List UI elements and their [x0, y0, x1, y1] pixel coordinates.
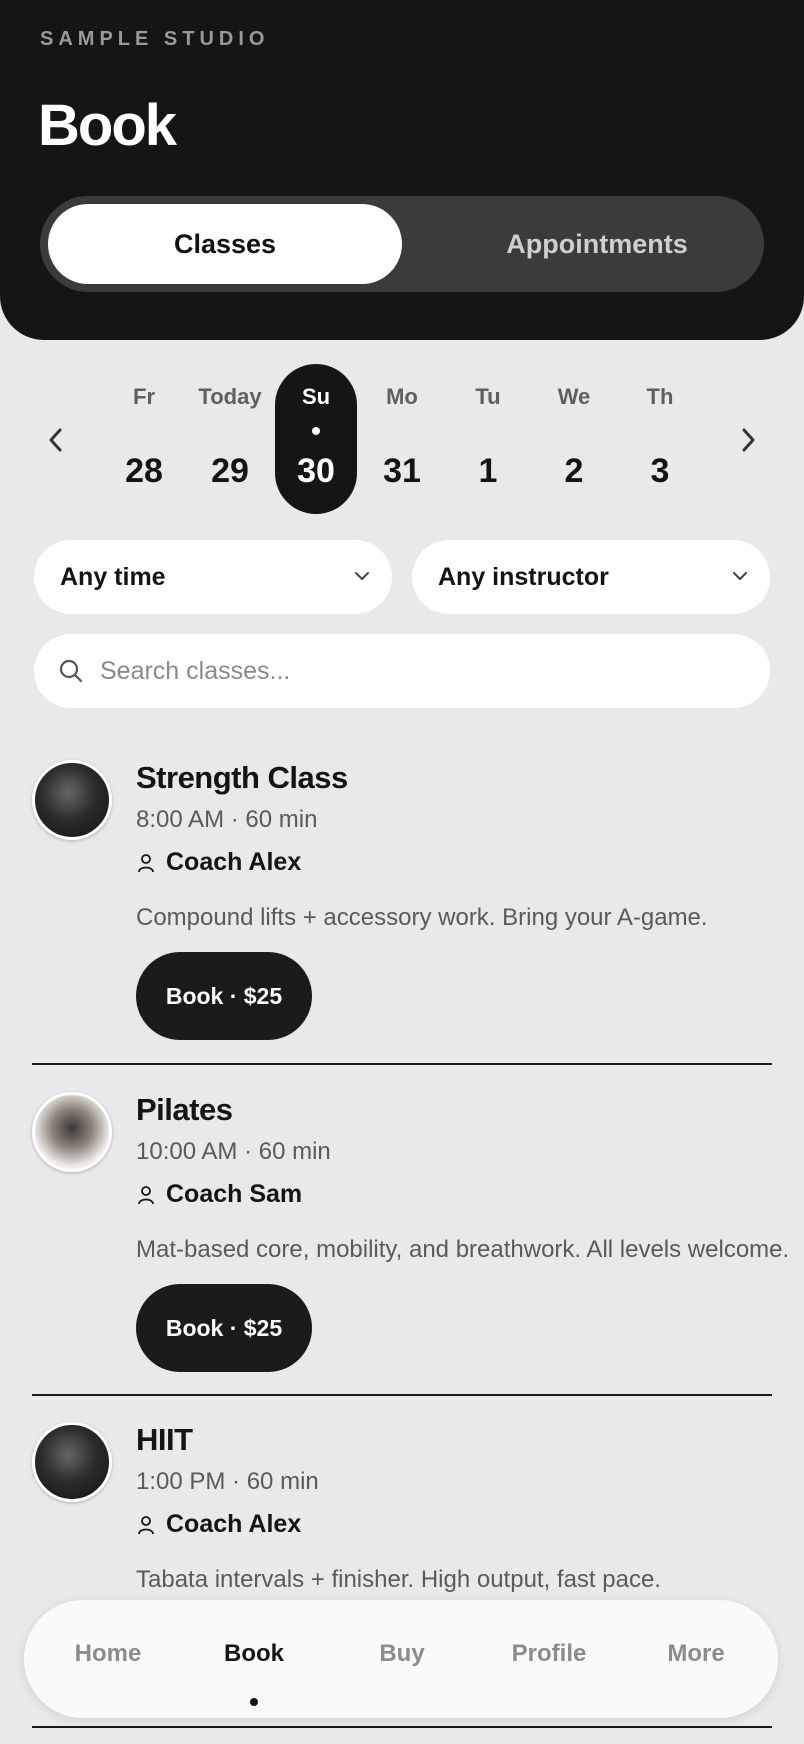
chevron-right-icon	[742, 428, 755, 452]
time-filter-dropdown[interactable]: Any time	[34, 540, 392, 614]
day-name: Su	[301, 384, 331, 409]
day-number: 29	[211, 452, 249, 490]
date-su-30-selected[interactable]: Su 30	[275, 364, 357, 514]
book-button[interactable]: Book · $25	[136, 1284, 312, 1372]
date-we-2[interactable]: We 2	[533, 364, 615, 514]
day-number: 28	[125, 452, 163, 490]
date-fr-28[interactable]: Fr 28	[103, 364, 185, 514]
divider	[32, 1394, 772, 1396]
class-name: HIIT	[136, 1422, 193, 1457]
day-name: Fr	[133, 384, 155, 409]
chevron-left-icon	[49, 428, 62, 452]
tab-appointments[interactable]: Appointments	[442, 204, 752, 284]
coach-name: Coach Alex	[166, 848, 302, 876]
time-filter-label: Any time	[60, 562, 166, 591]
day-name: Tu	[475, 384, 501, 409]
date-mo-31[interactable]: Mo 31	[361, 364, 443, 514]
chevron-down-icon	[355, 572, 369, 580]
class-card: HIIT 1:00 PM · 60 min Coach Alex Tabata …	[32, 1422, 772, 1602]
nav-buy[interactable]: Buy	[332, 1640, 472, 1668]
coach-name: Coach Alex	[166, 1510, 302, 1538]
class-name: Pilates	[136, 1092, 233, 1127]
day-number: 3	[650, 452, 670, 490]
book-button[interactable]: Book · $25	[136, 952, 312, 1040]
day-number: 1	[478, 452, 498, 490]
day-number: 2	[564, 452, 584, 490]
day-name: Today	[198, 384, 262, 409]
date-tu-1[interactable]: Tu 1	[447, 364, 529, 514]
nav-home[interactable]: Home	[38, 1640, 178, 1668]
chevron-down-icon	[733, 572, 747, 580]
tab-classes[interactable]: Classes	[48, 204, 402, 284]
next-week-button[interactable]	[728, 420, 768, 460]
class-name: Strength Class	[136, 760, 348, 795]
bottom-navigation: Home Book Buy Profile More	[24, 1600, 778, 1718]
booking-type-segment: Classes Appointments	[40, 196, 764, 292]
class-avatar	[32, 760, 112, 840]
person-icon	[138, 1185, 154, 1204]
search-icon	[59, 659, 83, 683]
class-coach: Coach Alex	[136, 848, 301, 877]
studio-name: SAMPLE STUDIO	[40, 28, 270, 50]
divider	[32, 1063, 772, 1065]
class-card: Strength Class 8:00 AM · 60 min Coach Al…	[32, 760, 772, 1040]
class-avatar	[32, 1092, 112, 1172]
search-input[interactable]	[100, 648, 740, 694]
class-description: Compound lifts + accessory work. Bring y…	[136, 904, 708, 931]
class-coach: Coach Alex	[136, 1510, 301, 1539]
day-number: 30	[297, 452, 335, 490]
day-name: Mo	[386, 384, 418, 409]
class-description: Tabata intervals + finisher. High output…	[136, 1566, 661, 1593]
class-avatar	[32, 1422, 112, 1502]
day-name: Th	[646, 384, 674, 409]
active-indicator-dot	[250, 1698, 258, 1706]
search-bar	[34, 634, 770, 708]
class-time: 1:00 PM · 60 min	[136, 1468, 319, 1495]
day-name: We	[557, 384, 591, 409]
class-time: 8:00 AM · 60 min	[136, 806, 318, 833]
date-today-29[interactable]: Today 29	[189, 364, 271, 514]
header: SAMPLE STUDIO Book Classes Appointments	[0, 0, 804, 340]
instructor-filter-label: Any instructor	[438, 562, 609, 591]
class-time: 10:00 AM · 60 min	[136, 1138, 331, 1165]
nav-more[interactable]: More	[626, 1640, 766, 1668]
nav-book[interactable]: Book	[184, 1640, 324, 1668]
person-icon	[138, 853, 154, 872]
date-th-3[interactable]: Th 3	[619, 364, 701, 514]
selected-dot	[312, 427, 320, 435]
page-title: Book	[38, 93, 177, 158]
person-icon	[138, 1515, 154, 1534]
nav-profile[interactable]: Profile	[479, 1640, 619, 1668]
class-coach: Coach Sam	[136, 1180, 302, 1209]
instructor-filter-dropdown[interactable]: Any instructor	[412, 540, 770, 614]
class-card: Pilates 10:00 AM · 60 min Coach Sam Mat-…	[32, 1092, 789, 1372]
divider	[32, 1726, 772, 1728]
coach-name: Coach Sam	[166, 1180, 303, 1208]
prev-week-button[interactable]	[36, 420, 76, 460]
day-number: 31	[383, 452, 421, 490]
class-description: Mat-based core, mobility, and breathwork…	[136, 1236, 790, 1263]
